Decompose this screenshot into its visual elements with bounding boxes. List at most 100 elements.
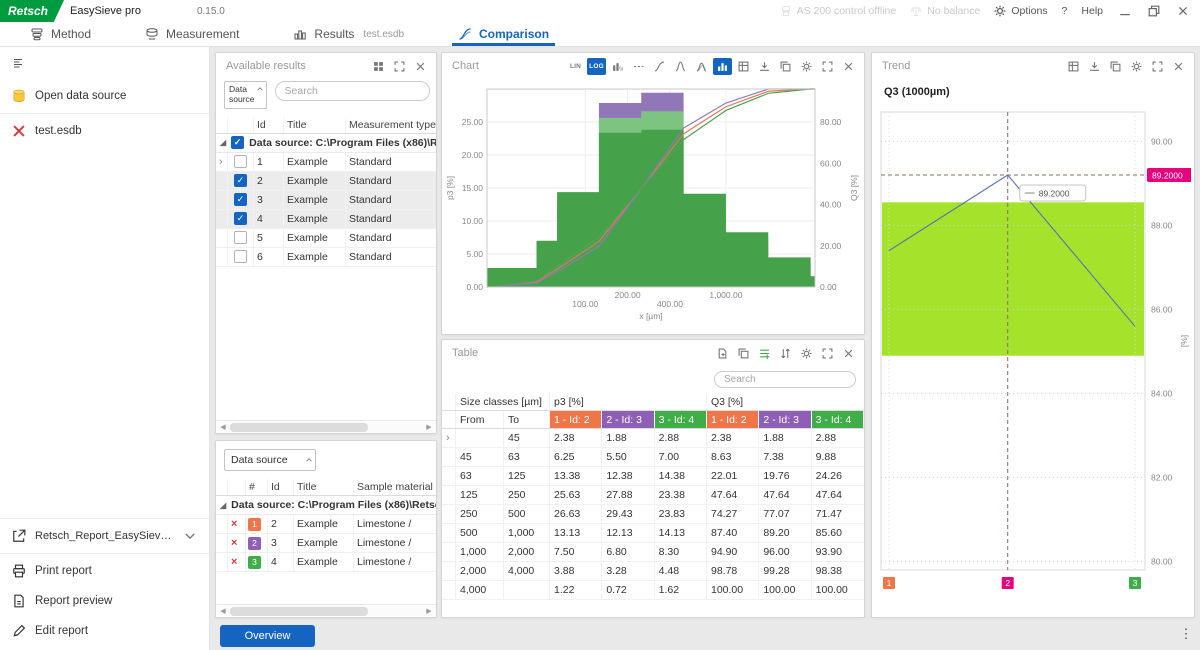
- size-class-row[interactable]: 6312513.3812.3814.3822.0119.7624.26: [442, 467, 864, 486]
- row-checkbox[interactable]: [234, 250, 247, 263]
- save-image-icon[interactable]: [755, 58, 774, 75]
- scrollbar-thumb[interactable]: [230, 423, 368, 432]
- linear-scale-button[interactable]: LIN: [566, 58, 585, 75]
- minimize-button[interactable]: [1117, 4, 1132, 19]
- source-row[interactable]: ×34ExampleLimestone /: [216, 553, 436, 572]
- histogram-display-icon[interactable]: [713, 58, 732, 75]
- series-column-header[interactable]: 3 - Id: 4: [812, 411, 864, 428]
- close-panel-icon[interactable]: [411, 58, 430, 75]
- scroll-left-icon[interactable]: ◀: [216, 607, 230, 615]
- interval-display-icon[interactable]: [629, 58, 648, 75]
- row-checkbox[interactable]: [234, 155, 247, 168]
- close-panel-icon[interactable]: [1169, 58, 1188, 75]
- tab-method[interactable]: Method: [30, 22, 91, 46]
- histogram-percent-icon[interactable]: %: [608, 58, 627, 75]
- layout-grid-icon[interactable]: [369, 58, 388, 75]
- result-row[interactable]: ✓4ExampleStandard: [216, 210, 436, 229]
- row-display-icon[interactable]: [755, 345, 774, 362]
- source-row[interactable]: ×12ExampleLimestone /: [216, 515, 436, 534]
- row-checkbox[interactable]: ✓: [234, 174, 247, 187]
- series-column-header[interactable]: 1 - Id: 2: [550, 411, 602, 428]
- tab-results[interactable]: Resultstest.esdb: [293, 22, 404, 46]
- column-header[interactable]: Measurement type: [346, 117, 436, 133]
- results-search-input[interactable]: [275, 81, 430, 101]
- chart-header[interactable]: Chart LINLOG%: [442, 53, 864, 79]
- overview-button[interactable]: Overview: [220, 625, 315, 647]
- table-search-input[interactable]: [714, 371, 856, 388]
- size-class-row[interactable]: ›452.381.882.882.381.882.88: [442, 429, 864, 448]
- settings-icon[interactable]: [797, 58, 816, 75]
- result-row[interactable]: ✓2ExampleStandard: [216, 172, 436, 191]
- options-button[interactable]: Options: [994, 5, 1047, 17]
- group-by-dropdown[interactable]: Data source: [224, 81, 267, 109]
- scroll-right-icon[interactable]: ▶: [422, 423, 436, 431]
- result-row[interactable]: 6ExampleStandard: [216, 248, 436, 267]
- open-data-source-button[interactable]: Open data source: [0, 81, 209, 111]
- column-header[interactable]: #: [246, 479, 268, 495]
- available-results-header[interactable]: Available results: [216, 53, 436, 79]
- remove-row-icon[interactable]: ×: [228, 553, 246, 571]
- copy-icon[interactable]: [1106, 58, 1125, 75]
- size-class-row[interactable]: 25050026.6329.4323.8374.2777.0771.47: [442, 505, 864, 524]
- cumulative-curve-icon[interactable]: [650, 58, 669, 75]
- scrollbar-thumb[interactable]: [230, 607, 368, 616]
- column-header[interactable]: Id: [254, 117, 284, 133]
- column-header[interactable]: Sample material: [354, 479, 436, 495]
- combined-curves-icon[interactable]: [692, 58, 711, 75]
- size-class-row[interactable]: 4,0001.220.721.62100.00100.00100.00: [442, 581, 864, 600]
- group-checkbox[interactable]: ✓: [231, 136, 244, 149]
- report-file-item[interactable]: Retsch_Report_EasySieve.xml: [0, 521, 209, 551]
- sort-icon[interactable]: [776, 345, 795, 362]
- column-header[interactable]: Title: [284, 117, 346, 133]
- remove-row-icon[interactable]: ×: [228, 515, 246, 533]
- result-row[interactable]: ›1ExampleStandard: [216, 153, 436, 172]
- log-scale-button[interactable]: LOG: [587, 58, 606, 75]
- close-panel-icon[interactable]: [839, 58, 858, 75]
- collapse-icon[interactable]: ◢: [220, 138, 226, 147]
- size-class-row[interactable]: 1,0002,0007.506.808.3094.9096.0093.90: [442, 543, 864, 562]
- horizontal-scrollbar[interactable]: ◀ ▶: [216, 420, 436, 433]
- series-column-header[interactable]: 2 - Id: 3: [602, 411, 654, 428]
- table-header[interactable]: Table: [442, 340, 864, 366]
- restore-button[interactable]: [1146, 4, 1161, 19]
- horizontal-scrollbar[interactable]: ◀ ▶: [216, 604, 436, 617]
- tab-comparison[interactable]: Comparison: [458, 22, 549, 46]
- row-checkbox[interactable]: ✓: [234, 212, 247, 225]
- column-header[interactable]: Title: [294, 479, 354, 495]
- close-panel-icon[interactable]: [839, 345, 858, 362]
- chevron-down-icon[interactable]: [183, 529, 197, 543]
- workspace-icon[interactable]: [12, 57, 28, 69]
- fullscreen-icon[interactable]: [390, 58, 409, 75]
- fullscreen-icon[interactable]: [818, 58, 837, 75]
- table-view-icon[interactable]: [734, 58, 753, 75]
- settings-icon[interactable]: [797, 345, 816, 362]
- result-row[interactable]: ✓3ExampleStandard: [216, 191, 436, 210]
- copy-icon[interactable]: [776, 58, 795, 75]
- scroll-left-icon[interactable]: ◀: [216, 423, 230, 431]
- scrollbar-track[interactable]: [230, 423, 422, 432]
- size-class-row[interactable]: 45636.255.507.008.637.389.88: [442, 448, 864, 467]
- source-group-row[interactable]: ◢Data source: C:\Program Files (x86)\Ret…: [216, 496, 436, 515]
- trend-header[interactable]: Trend: [872, 53, 1194, 79]
- scroll-right-icon[interactable]: ▶: [422, 607, 436, 615]
- row-checkbox[interactable]: [234, 231, 247, 244]
- size-class-row[interactable]: 2,0004,0003.883.284.4898.7899.2898.38: [442, 562, 864, 581]
- help-button[interactable]: Help: [1081, 5, 1103, 17]
- close-window-button[interactable]: [1175, 4, 1190, 19]
- trend-chart[interactable]: 80.0082.0084.0086.0088.0090.0089.200089.…: [872, 100, 1194, 617]
- column-header[interactable]: Id: [268, 479, 294, 495]
- copy-icon[interactable]: [734, 345, 753, 362]
- result-row[interactable]: 5ExampleStandard: [216, 229, 436, 248]
- results-group-row[interactable]: ◢✓Data source: C:\Program Files (x86)\Re…: [216, 134, 436, 153]
- size-class-row[interactable]: 5001,00013.1312.1314.1387.4089.2085.60: [442, 524, 864, 543]
- remove-row-icon[interactable]: ×: [228, 534, 246, 552]
- settings-icon[interactable]: [1127, 58, 1146, 75]
- collapse-icon[interactable]: ◢: [220, 501, 226, 510]
- print-report-button[interactable]: Print report: [0, 556, 209, 586]
- tab-measurement[interactable]: Measurement: [145, 22, 239, 46]
- remove-source-icon[interactable]: [12, 124, 26, 138]
- export-table-icon[interactable]: [713, 345, 732, 362]
- row-checkbox[interactable]: ✓: [234, 193, 247, 206]
- data-source-file-item[interactable]: test.esdb: [0, 116, 209, 146]
- fullscreen-icon[interactable]: [818, 345, 837, 362]
